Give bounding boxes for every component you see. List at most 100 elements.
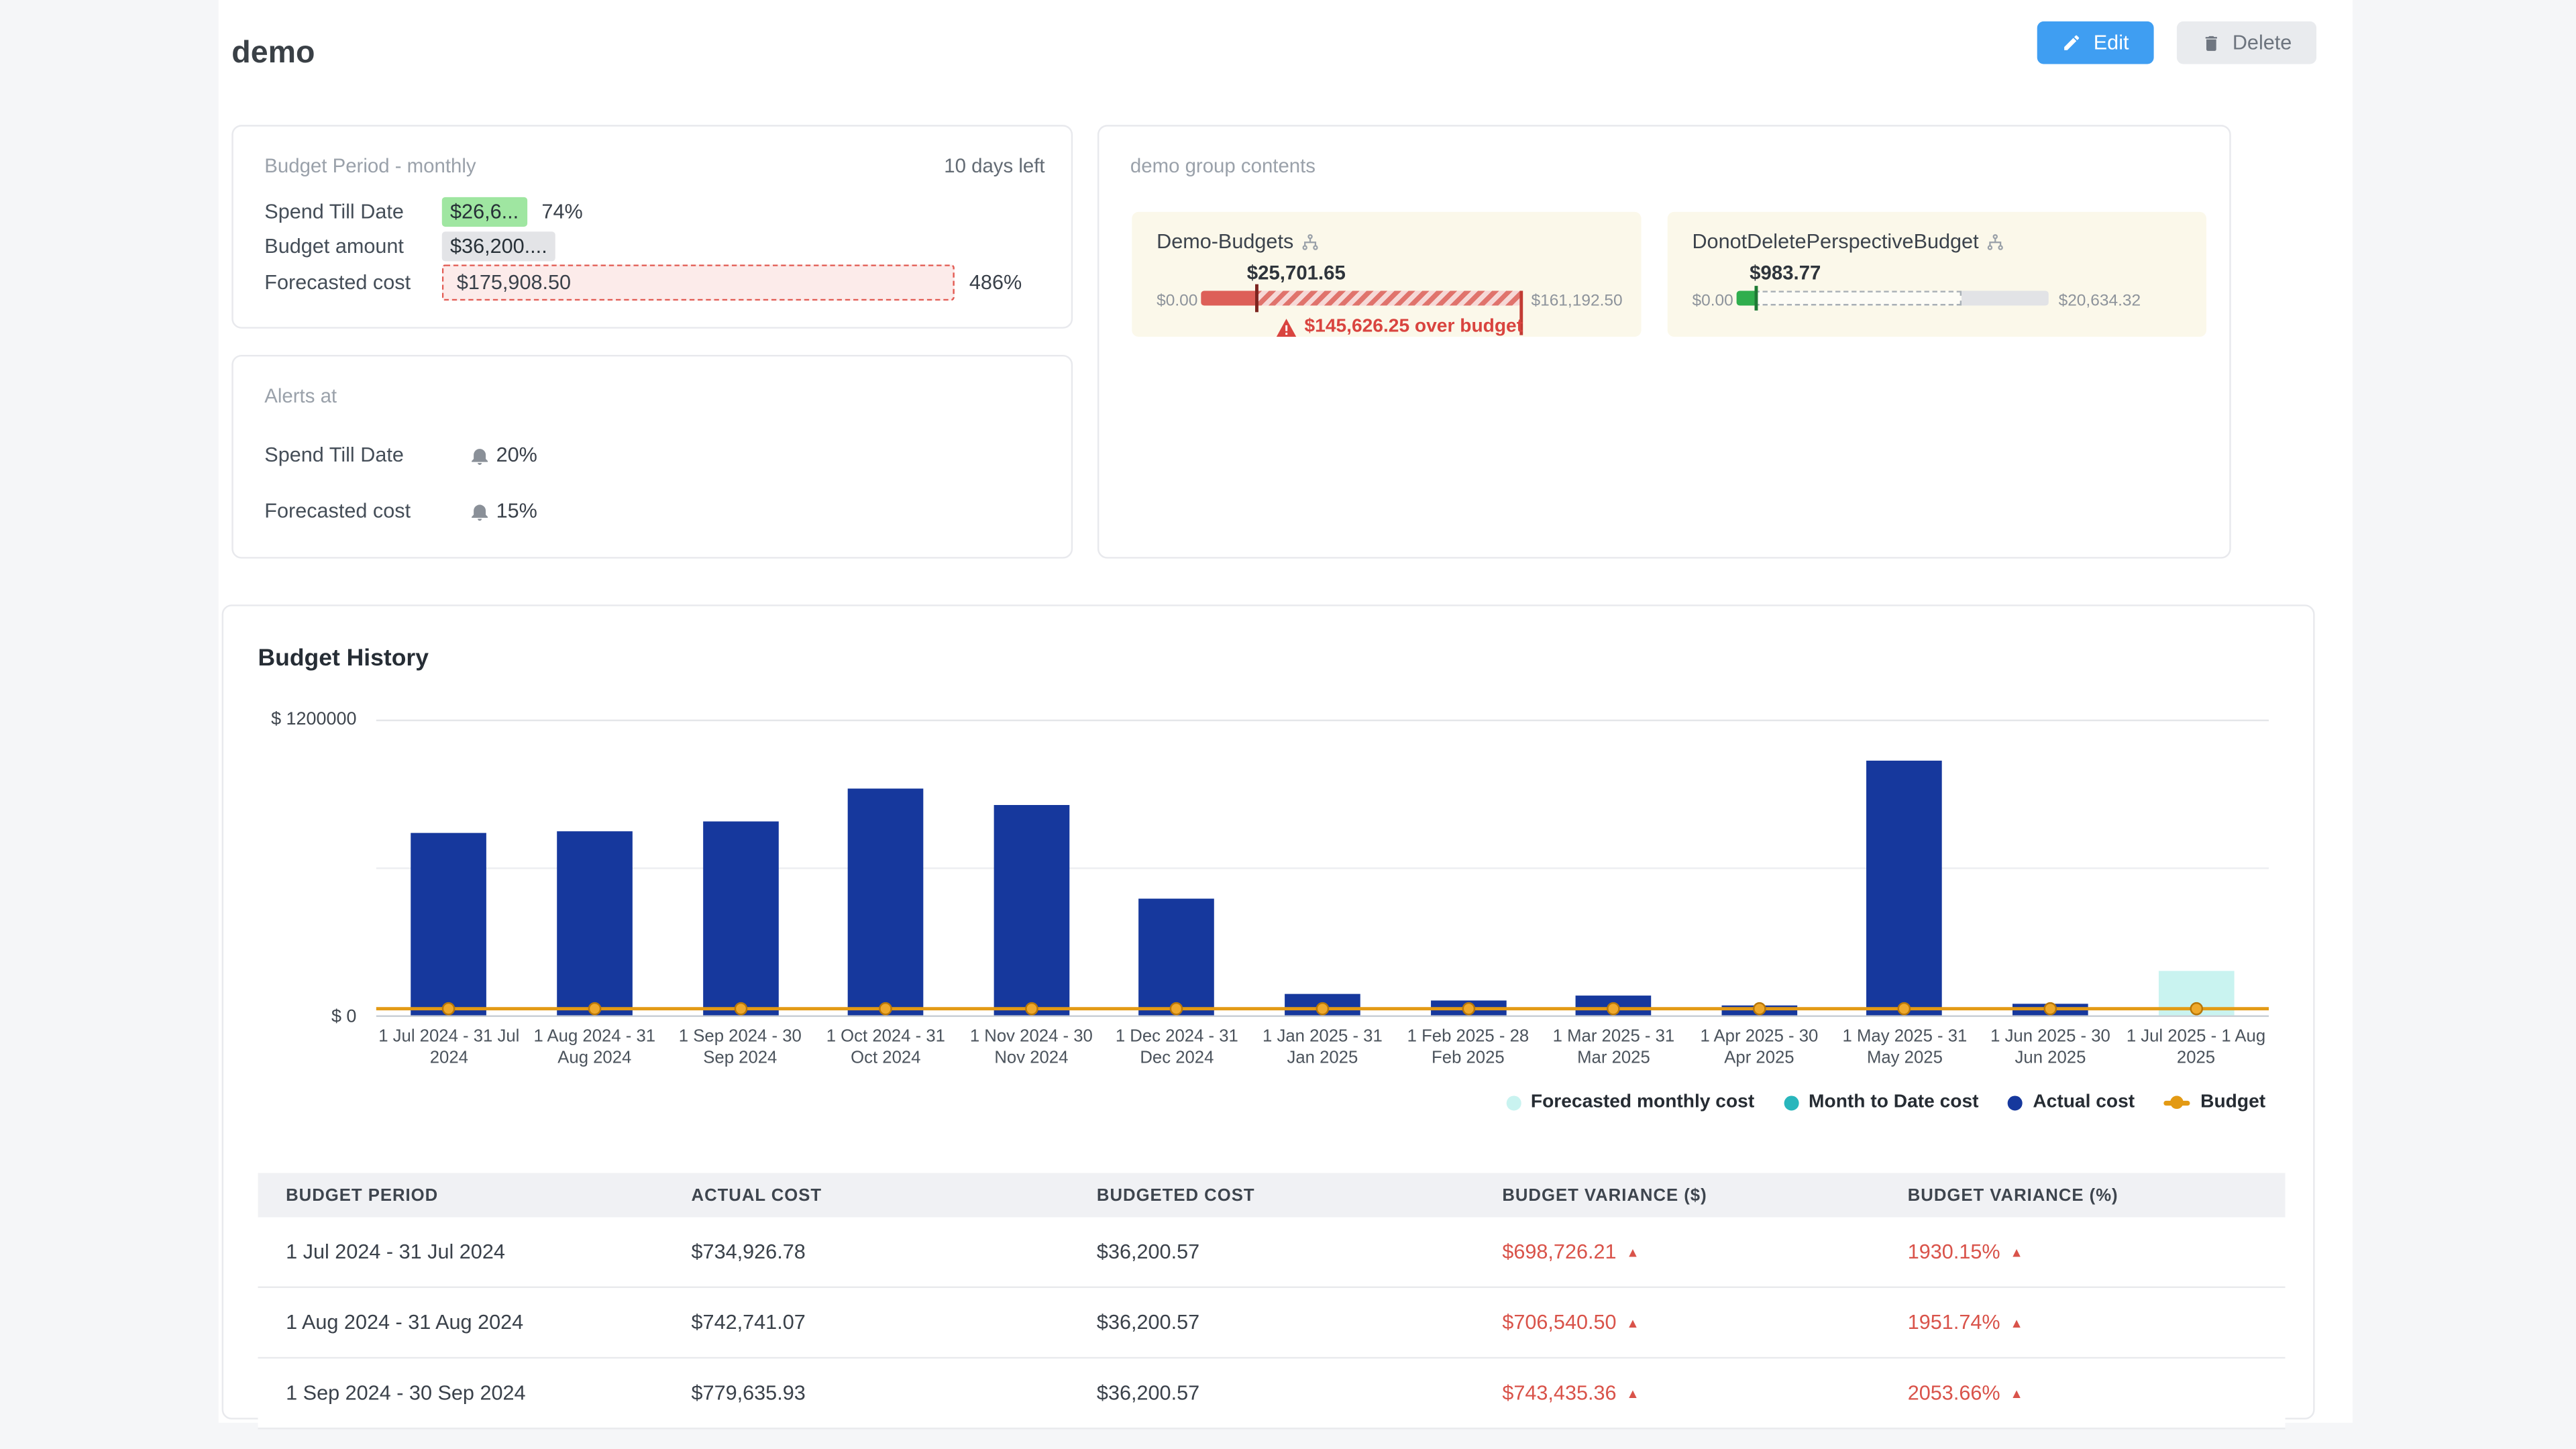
budget-point (2044, 1002, 2057, 1015)
budget-history-table: BUDGET PERIODACTUAL COSTBUDGETED COSTBUD… (258, 1173, 2285, 1430)
bar-min-label: $0.00 (1157, 292, 1197, 311)
x-axis-line (376, 1015, 2269, 1016)
content-column: demo Edit Delete Budget Period - monthly… (219, 0, 2353, 1423)
app-screen: demo Edit Delete Budget Period - monthly… (0, 0, 2576, 1449)
budget-point (588, 1002, 602, 1015)
actual-cost-bar (702, 822, 778, 1015)
forecasted-cost-value: $175,908.50 (442, 264, 955, 301)
legend-line-dot (2171, 1095, 2184, 1109)
legend-swatch (1506, 1095, 1521, 1110)
table-cell: $36,200.57 (1069, 1382, 1474, 1405)
table-header-cell: BUDGETED COST (1069, 1185, 1474, 1205)
budget-progress-bar (1737, 290, 2049, 305)
alert-forecast-value-group: 15% (472, 499, 537, 522)
legend-label: Actual cost (2033, 1093, 2135, 1112)
table-cell: $36,200.57 (1069, 1240, 1474, 1263)
up-triangle-icon: ▲ (2010, 1387, 2023, 1401)
table-row: 1 Jul 2024 - 31 Jul 2024$734,926.78$36,2… (258, 1218, 2285, 1288)
alert-forecast-row: Forecasted cost 15% (264, 494, 537, 527)
edit-button-label: Edit (2094, 32, 2129, 54)
x-axis-label: 1 May 2025 - 31 May 2025 (1832, 1027, 1978, 1068)
chart-legend: Forecasted monthly cost Month to Date cos… (1506, 1093, 2265, 1112)
y-axis-max-label: $ 1200000 (223, 710, 356, 729)
group-item-donotdelete-budget[interactable]: DonotDeletePerspectiveBudget $983.77 $0.… (1668, 212, 2206, 337)
budget-marker (1255, 284, 1258, 313)
group-item-current-amount: $25,701.65 (1247, 261, 1346, 284)
group-item-demo-budgets[interactable]: Demo-Budgets $25,701.65 $0.00 $161,192.5… (1132, 212, 1641, 337)
bar-max-label: $161,192.50 (1531, 292, 1622, 311)
x-axis-label: 1 Jun 2025 - 30 Jun 2025 (1978, 1027, 2123, 1068)
edit-button[interactable]: Edit (2038, 21, 2154, 64)
alert-spend-value: 20% (496, 443, 537, 466)
y-axis-min-label: $ 0 (223, 1007, 356, 1026)
actual-cost-bar (1867, 761, 1943, 1016)
forecasted-cost-row: Forecasted cost $175,908.50 486% (264, 264, 1048, 301)
x-axis-label: 1 Aug 2024 - 31 Aug 2024 (522, 1027, 667, 1068)
table-header-cell: BUDGET VARIANCE ($) (1474, 1185, 1880, 1205)
legend-item[interactable]: Forecasted monthly cost (1506, 1093, 1754, 1112)
delete-button[interactable]: Delete (2177, 21, 2317, 64)
alert-spend-label: Spend Till Date (264, 443, 472, 466)
table-cell: 1 Sep 2024 - 30 Sep 2024 (258, 1382, 663, 1405)
table-cell: $734,926.78 (663, 1240, 1069, 1263)
over-budget-text: $145,626.25 over budget (1304, 317, 1523, 337)
group-item-current-amount: $983.77 (1750, 261, 1821, 284)
table-cell: $779,635.93 (663, 1382, 1069, 1405)
x-axis-label: 1 Nov 2024 - 30 Nov 2024 (959, 1027, 1104, 1068)
x-axis-label: 1 Dec 2024 - 31 Dec 2024 (1104, 1027, 1250, 1068)
org-hierarchy-icon (1987, 233, 2005, 251)
budget-amount-row: Budget amount $36,200.... (264, 228, 1048, 264)
alert-forecast-value: 15% (496, 499, 537, 522)
x-axis-label: 1 Feb 2025 - 28 Feb 2025 (1395, 1027, 1541, 1068)
table-row: 1 Sep 2024 - 30 Sep 2024$779,635.93$36,2… (258, 1358, 2285, 1429)
forecasted-cost-percent: 486% (969, 271, 1022, 294)
alert-forecast-label: Forecasted cost (264, 499, 472, 522)
bell-icon (472, 502, 488, 520)
group-item-name-row: DonotDeletePerspectiveBudget (1692, 230, 2004, 253)
forecasted-cost-label: Forecasted cost (264, 271, 441, 294)
variance-cell: $743,435.36▲ (1474, 1382, 1880, 1405)
alerts-title: Alerts at (264, 384, 337, 407)
alert-spend-row: Spend Till Date 20% (264, 439, 537, 472)
spent-segment (1201, 290, 1255, 305)
gridline (376, 867, 2269, 869)
x-axis-label: 1 Mar 2025 - 31 Mar 2025 (1541, 1027, 1686, 1068)
x-axis-label: 1 Oct 2024 - 31 Oct 2024 (813, 1027, 959, 1068)
actual-cost-bar (848, 789, 924, 1016)
group-item-name: DonotDeletePerspectiveBudget (1692, 230, 1978, 253)
header-actions: Edit Delete (2038, 21, 2317, 64)
page-title: demo (231, 36, 315, 72)
budget-point (1316, 1002, 1330, 1015)
actual-cost-bar (557, 831, 633, 1015)
up-triangle-icon: ▲ (1626, 1245, 1639, 1260)
alerts-card: Alerts at Spend Till Date 20% Forecasted… (231, 355, 1073, 559)
budget-history-title: Budget History (258, 645, 429, 672)
days-left-label: 10 days left (944, 154, 1044, 177)
table-cell: 1 Aug 2024 - 31 Aug 2024 (258, 1311, 663, 1334)
table-header-cell: BUDGET PERIOD (258, 1185, 663, 1205)
x-axis-label: 1 Jul 2024 - 31 Jul 2024 (376, 1027, 522, 1068)
up-triangle-icon: ▲ (1626, 1316, 1639, 1331)
budget-point (1753, 1002, 1766, 1015)
bar-min-label: $0.00 (1692, 292, 1733, 311)
spend-till-date-value: $26,6... (442, 197, 527, 227)
legend-swatch (1784, 1095, 1799, 1110)
over-budget-warning: $145,626.25 over budget (1277, 317, 1523, 337)
group-contents-title: demo group contents (1130, 154, 1316, 177)
x-axis-label: 1 Apr 2025 - 30 Apr 2025 (1686, 1027, 1832, 1068)
budget-progress-bar (1201, 290, 1521, 305)
table-cell: $742,741.07 (663, 1311, 1069, 1334)
table-header-cell: ACTUAL COST (663, 1185, 1069, 1205)
variance-cell: 1951.74%▲ (1880, 1311, 2285, 1334)
pencil-icon (2062, 33, 2082, 52)
actual-cost-bar (1139, 899, 1215, 1016)
alert-spend-value-group: 20% (472, 443, 537, 466)
actual-cost-bar (411, 833, 487, 1015)
budget-point (1025, 1002, 1038, 1015)
table-cell: 1 Jul 2024 - 31 Jul 2024 (258, 1240, 663, 1263)
warning-icon (1277, 318, 1296, 336)
legend-item[interactable]: Month to Date cost (1784, 1093, 1978, 1112)
legend-item[interactable]: Budget (2164, 1093, 2265, 1112)
legend-item[interactable]: Actual cost (2008, 1093, 2135, 1112)
bell-icon (472, 446, 488, 464)
